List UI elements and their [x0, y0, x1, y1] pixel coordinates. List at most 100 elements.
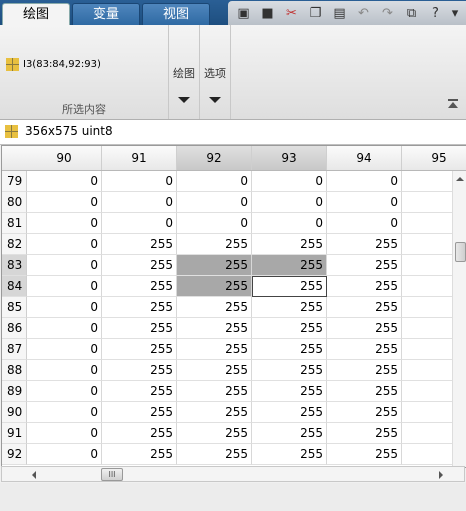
selection-item[interactable]: I3(83:84,92:93) — [6, 57, 101, 73]
collapse-ribbon-icon[interactable] — [448, 99, 458, 109]
column-header[interactable]: 95 — [402, 146, 466, 170]
table-cell[interactable]: 0 — [252, 171, 327, 192]
table-cell[interactable]: 255 — [252, 402, 327, 423]
scroll-left-icon[interactable] — [32, 471, 36, 479]
row-header[interactable]: 85 — [2, 297, 27, 318]
tab-plots[interactable]: 绘图 — [2, 3, 70, 25]
plot-button[interactable]: 绘图 — [169, 25, 200, 119]
table-cell[interactable]: 255 — [102, 297, 177, 318]
table-cell[interactable]: 255 — [102, 255, 177, 276]
table-cell[interactable]: 0 — [252, 192, 327, 213]
table-cell[interactable]: 255 — [102, 402, 177, 423]
help-icon[interactable]: ? — [426, 4, 445, 23]
table-cell[interactable]: 0 — [27, 213, 102, 234]
row-header[interactable]: 80 — [2, 192, 27, 213]
vertical-scrollbar[interactable] — [452, 171, 466, 467]
paste-icon[interactable]: ▤ — [330, 4, 349, 23]
column-header[interactable]: 93 — [252, 146, 327, 170]
table-cell[interactable]: 255 — [177, 444, 252, 465]
row-header[interactable]: 86 — [2, 318, 27, 339]
column-header[interactable]: 94 — [327, 146, 402, 170]
horizontal-scrollbar[interactable]: III — [1, 466, 465, 482]
table-cell[interactable]: 0 — [27, 339, 102, 360]
table-cell[interactable]: 255 — [252, 381, 327, 402]
table-cell[interactable]: 0 — [177, 213, 252, 234]
table-cell[interactable]: 255 — [177, 255, 252, 276]
redo-icon[interactable]: ↷ — [378, 4, 397, 23]
table-cell[interactable]: 255 — [327, 402, 402, 423]
row-header[interactable]: 89 — [2, 381, 27, 402]
scroll-up-icon[interactable] — [456, 177, 464, 181]
table-cell[interactable]: 255 — [327, 255, 402, 276]
row-header[interactable]: 87 — [2, 339, 27, 360]
table-cell[interactable]: 255 — [102, 276, 177, 297]
row-header[interactable]: 79 — [2, 171, 27, 192]
table-cell[interactable]: 255 — [327, 318, 402, 339]
table-cell[interactable]: 255 — [102, 381, 177, 402]
horizontal-scroll-thumb[interactable]: III — [101, 468, 123, 481]
table-cell[interactable]: 255 — [252, 318, 327, 339]
table-cell[interactable]: 0 — [27, 192, 102, 213]
table-cell[interactable]: 255 — [252, 297, 327, 318]
table-cell[interactable]: 0 — [102, 213, 177, 234]
row-header[interactable]: 81 — [2, 213, 27, 234]
table-cell[interactable]: 255 — [252, 423, 327, 444]
table-cell[interactable]: 0 — [177, 171, 252, 192]
table-cell[interactable]: 255 — [177, 234, 252, 255]
table-cell[interactable]: 0 — [27, 402, 102, 423]
table-cell[interactable]: 255 — [252, 360, 327, 381]
table-cell[interactable]: 255 — [102, 444, 177, 465]
table-cell[interactable]: 255 — [327, 444, 402, 465]
table-cell[interactable]: 255 — [177, 381, 252, 402]
copy-icon[interactable]: ❐ — [306, 4, 325, 23]
table-cell[interactable]: 255 — [177, 402, 252, 423]
options-button[interactable]: 选项 — [200, 25, 231, 119]
table-cell[interactable]: 0 — [27, 276, 102, 297]
table-cell[interactable]: 255 — [327, 360, 402, 381]
table-cell[interactable]: 0 — [327, 213, 402, 234]
table-cell[interactable]: 0 — [27, 423, 102, 444]
column-header[interactable]: 90 — [27, 146, 102, 170]
scroll-right-icon[interactable] — [439, 471, 443, 479]
table-cell[interactable]: 255 — [177, 297, 252, 318]
column-header[interactable]: 92 — [177, 146, 252, 170]
table-cell[interactable]: 255 — [252, 444, 327, 465]
table-cell[interactable]: 0 — [102, 192, 177, 213]
table-cell[interactable]: 0 — [27, 234, 102, 255]
row-header[interactable]: 92 — [2, 444, 27, 465]
table-cell[interactable]: 0 — [27, 360, 102, 381]
switch-windows-icon[interactable]: ⧉ — [402, 4, 421, 23]
table-cell[interactable]: 0 — [27, 255, 102, 276]
table-cell[interactable]: 255 — [102, 339, 177, 360]
row-header[interactable]: 84 — [2, 276, 27, 297]
table-cell[interactable]: 0 — [27, 444, 102, 465]
table-cell[interactable]: 255 — [327, 297, 402, 318]
table-cell[interactable]: 255 — [327, 339, 402, 360]
table-cell[interactable]: 255 — [102, 318, 177, 339]
save-icon[interactable]: ■ — [258, 4, 277, 23]
table-cell[interactable]: 255 — [252, 339, 327, 360]
table-cell[interactable]: 255 — [177, 276, 252, 297]
row-header[interactable]: 83 — [2, 255, 27, 276]
table-cell[interactable]: 255 — [327, 423, 402, 444]
column-header[interactable]: 91 — [102, 146, 177, 170]
table-cell[interactable]: 255 — [102, 360, 177, 381]
tab-view[interactable]: 视图 — [142, 3, 210, 25]
table-cell[interactable]: 255 — [177, 360, 252, 381]
table-cell[interactable]: 0 — [27, 297, 102, 318]
tab-variable[interactable]: 变量 — [72, 3, 140, 25]
new-figure-icon[interactable]: ▣ — [234, 4, 253, 23]
table-cell[interactable]: 0 — [27, 318, 102, 339]
table-cell[interactable]: 255 — [102, 423, 177, 444]
table-cell[interactable]: 255 — [327, 234, 402, 255]
table-cell[interactable]: 255 — [177, 318, 252, 339]
table-cell[interactable]: 255 — [327, 381, 402, 402]
row-header[interactable]: 88 — [2, 360, 27, 381]
cut-icon[interactable]: ✂ — [282, 4, 301, 23]
table-cell[interactable]: 0 — [177, 192, 252, 213]
row-header[interactable]: 90 — [2, 402, 27, 423]
table-cell[interactable]: 255 — [102, 234, 177, 255]
table-cell[interactable]: 0 — [327, 192, 402, 213]
vertical-scroll-thumb[interactable] — [455, 242, 466, 262]
table-cell[interactable]: 255 — [252, 234, 327, 255]
